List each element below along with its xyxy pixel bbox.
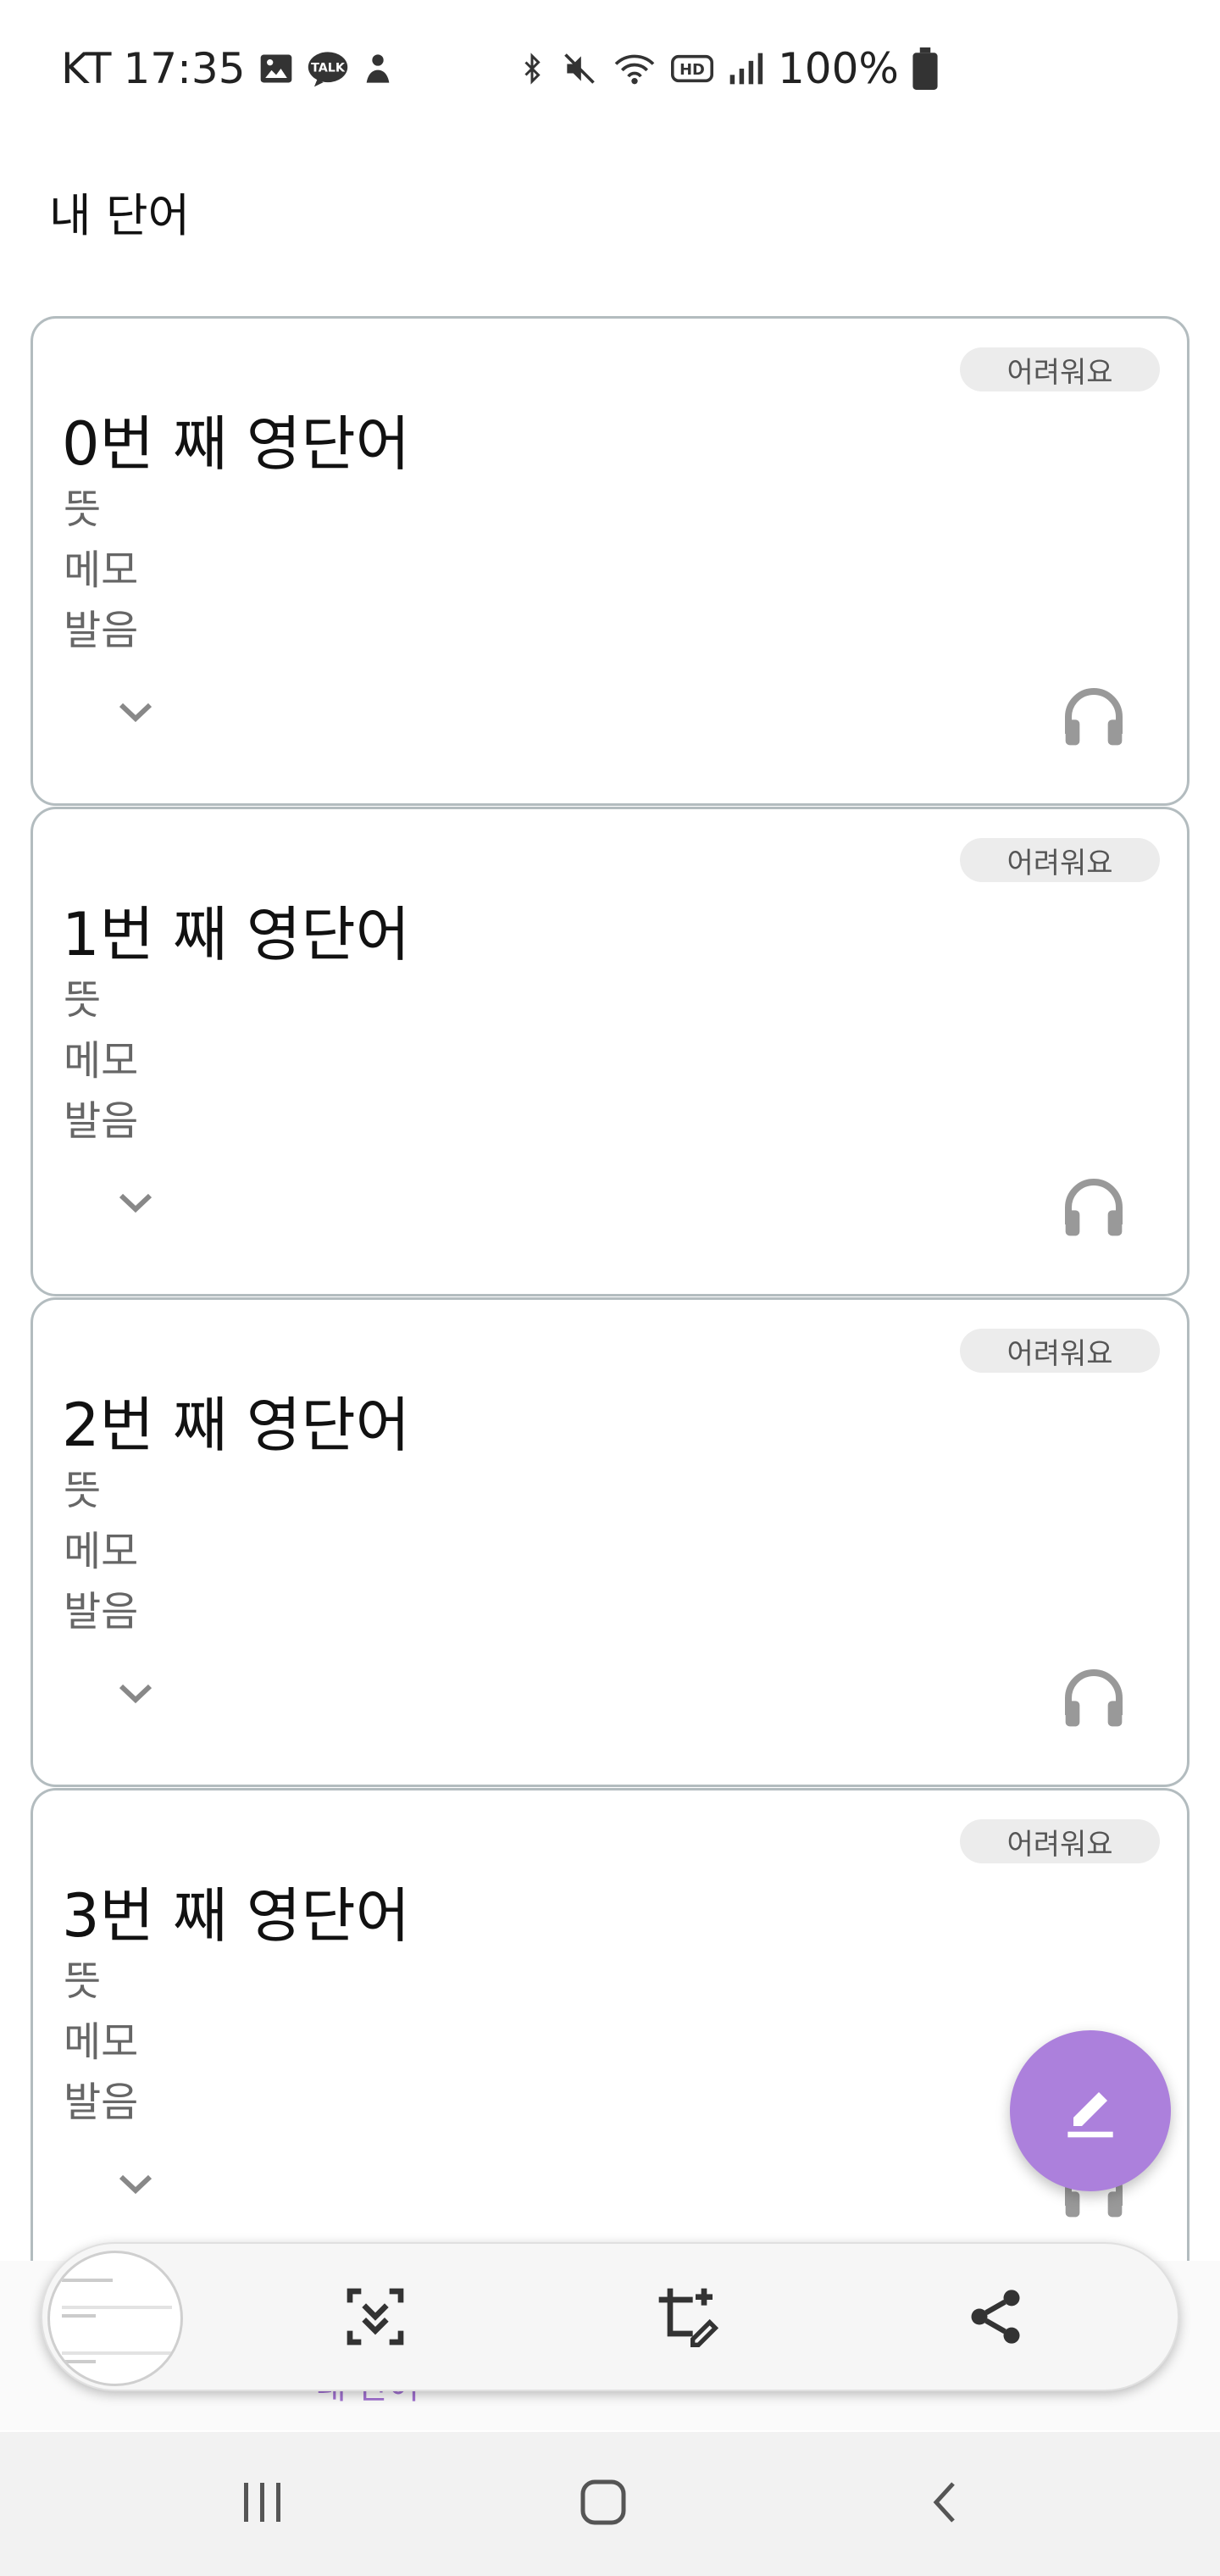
headphones-icon[interactable] [1060, 683, 1128, 751]
chevron-down-icon[interactable] [106, 2163, 165, 2204]
home-icon [578, 2477, 629, 2531]
word-title: 3번 째 영단어 [62, 1881, 411, 1951]
difficulty-badge[interactable]: 어려워요 [960, 1329, 1160, 1373]
word-pronunciation: 발음 [64, 607, 139, 654]
word-card[interactable]: 어려워요 3번 째 영단어 뜻 메모 발음 [30, 1788, 1190, 2262]
back-button[interactable] [912, 2479, 979, 2529]
gallery-notification-icon [258, 47, 295, 90]
wifi-icon [612, 47, 657, 90]
screenshot-thumbnail[interactable] [47, 2251, 183, 2386]
headphones-icon[interactable] [1060, 1664, 1128, 1732]
app-notification-icon [361, 47, 395, 90]
word-pronunciation: 발음 [64, 2079, 139, 2126]
system-navigation-bar [0, 2432, 1220, 2576]
edit-icon [1056, 2075, 1124, 2146]
word-meaning: 뜻 [64, 1467, 102, 1514]
share-icon [963, 2285, 1028, 2352]
word-title: 0번 째 영단어 [62, 409, 411, 479]
svg-text:TALK: TALK [311, 62, 346, 75]
word-card[interactable]: 어려워요 2번 째 영단어 뜻 메모 발음 [30, 1297, 1190, 1787]
mute-icon [561, 47, 598, 90]
word-pronunciation: 발음 [64, 1588, 139, 1635]
word-card[interactable]: 어려워요 0번 째 영단어 뜻 메모 발음 [30, 316, 1190, 806]
word-meaning: 뜻 [64, 1957, 102, 2005]
svg-text:HD: HD [679, 61, 705, 79]
signal-icon [727, 47, 764, 90]
word-memo: 메모 [64, 547, 139, 594]
word-memo: 메모 [64, 1528, 139, 1575]
word-pronunciation: 발음 [64, 1097, 139, 1145]
chevron-down-icon[interactable] [106, 691, 165, 732]
chevron-down-icon[interactable] [106, 1182, 165, 1223]
word-memo: 메모 [64, 2018, 139, 2066]
recents-icon [237, 2479, 288, 2529]
scroll-capture-button[interactable] [337, 2280, 413, 2357]
recents-button[interactable] [229, 2479, 297, 2529]
difficulty-badge[interactable]: 어려워요 [960, 1819, 1160, 1863]
difficulty-badge[interactable]: 어려워요 [960, 838, 1160, 882]
difficulty-badge[interactable]: 어려워요 [960, 347, 1160, 391]
crop-edit-button[interactable] [649, 2280, 725, 2357]
hd-voice-icon: HD [671, 47, 713, 90]
word-card[interactable]: 어려워요 1번 째 영단어 뜻 메모 발음 [30, 807, 1190, 1296]
word-meaning: 뜻 [64, 976, 102, 1024]
home-button[interactable] [569, 2479, 637, 2529]
word-title: 1번 째 영단어 [62, 900, 411, 969]
share-button[interactable] [957, 2280, 1034, 2357]
bluetooth-icon [517, 47, 547, 90]
status-right: HD 100% [517, 44, 938, 93]
page-title: 내 단어 [49, 189, 191, 242]
headphones-icon[interactable] [1060, 1174, 1128, 1241]
add-word-button[interactable] [1010, 2030, 1171, 2191]
kakaotalk-notification-icon: TALK [307, 47, 349, 90]
word-memo: 메모 [64, 1037, 139, 1085]
battery-percent: 100% [778, 44, 899, 93]
status-left: KT 17:35 TALK [61, 44, 395, 93]
clock: 17:35 [123, 44, 246, 93]
chevron-down-icon[interactable] [106, 1673, 165, 1713]
scroll-capture-icon [341, 2283, 409, 2354]
battery-icon [912, 47, 938, 90]
back-icon [924, 2477, 967, 2531]
word-meaning: 뜻 [64, 486, 102, 533]
carrier-label: KT [61, 44, 112, 93]
status-bar: KT 17:35 TALK HD 100% [0, 0, 1220, 144]
word-title: 2번 째 영단어 [62, 1391, 411, 1460]
screenshot-toolbar [41, 2242, 1179, 2391]
crop-edit-icon [653, 2283, 721, 2354]
